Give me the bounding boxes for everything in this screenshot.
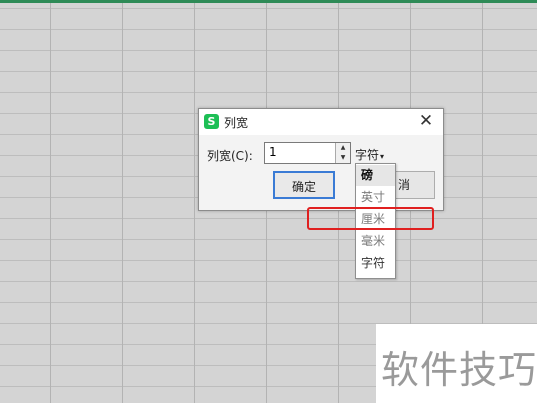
unit-option-pound[interactable]: 磅: [356, 165, 395, 186]
unit-option-inch[interactable]: 英寸: [356, 187, 395, 208]
ok-button[interactable]: 确定: [273, 171, 335, 199]
spin-down-icon[interactable]: ▼: [336, 153, 350, 163]
unit-option-millimeter[interactable]: 毫米: [356, 231, 395, 252]
spin-buttons: ▲ ▼: [335, 143, 350, 163]
column-width-dialog: S 列宽 ✕ 列宽(C): ▲ ▼ 字符▾ 确定 消: [198, 108, 444, 211]
dialog-titlebar[interactable]: S 列宽 ✕: [199, 109, 443, 135]
column-width-stepper[interactable]: ▲ ▼: [264, 142, 351, 164]
cancel-button-label: 消: [398, 178, 411, 192]
unit-select-value: 字符: [355, 148, 380, 162]
unit-select[interactable]: 字符▾: [355, 146, 384, 163]
highlight-annotation-box: [307, 207, 434, 230]
chevron-down-icon: ▾: [380, 152, 385, 161]
unit-option-character[interactable]: 字符: [356, 253, 395, 274]
close-icon[interactable]: ✕: [417, 112, 435, 130]
column-width-input[interactable]: [267, 144, 335, 160]
column-width-label: 列宽(C):: [207, 149, 253, 163]
watermark-text: 软件技巧: [381, 348, 537, 392]
wps-app-icon: S: [204, 114, 219, 129]
dialog-title: 列宽: [224, 116, 249, 130]
